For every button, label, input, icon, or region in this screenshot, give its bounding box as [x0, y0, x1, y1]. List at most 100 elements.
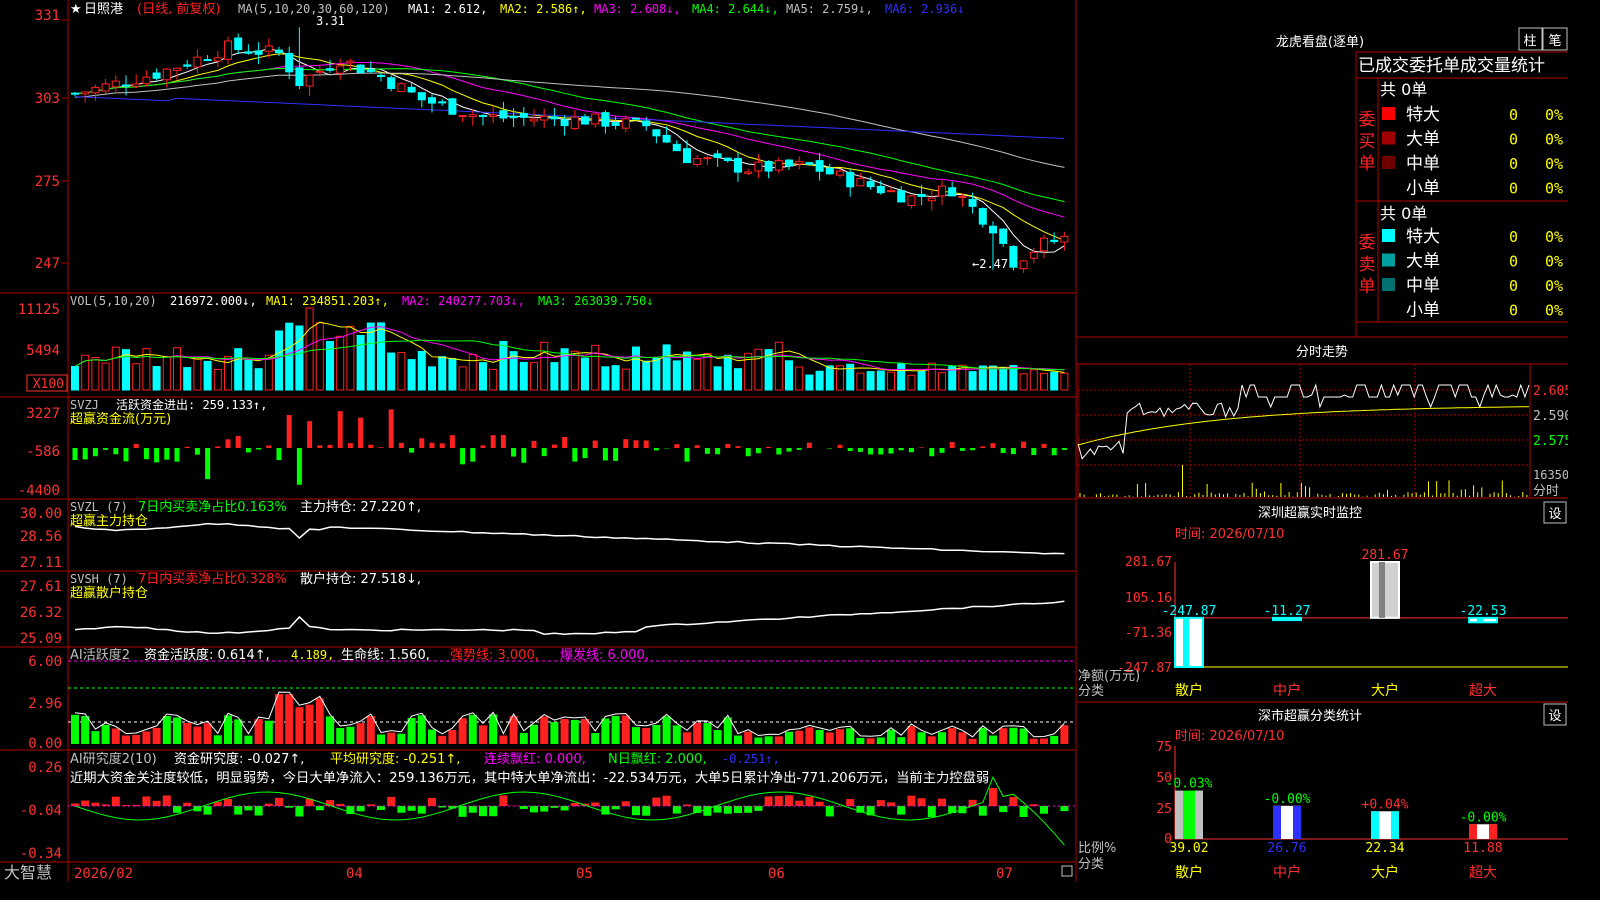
tick-mode-label: 笔 [1548, 33, 1561, 49]
research-bar [458, 806, 467, 817]
svsh-line [74, 600, 1065, 635]
volume-bar [468, 354, 477, 391]
sz-category-panel: 深市超赢分类统计 设 时间: 2026/07/10 75 50 25 0 比例%… [1078, 703, 1568, 881]
ai-research-line [74, 776, 1065, 846]
flow-bar [959, 448, 965, 451]
flow-bar [786, 448, 792, 452]
research-bar [81, 800, 90, 806]
candle-body [499, 110, 508, 119]
order-size-name: 大单 [1406, 130, 1440, 150]
flow-bar [327, 444, 333, 448]
volume-bar [132, 363, 141, 391]
stock-name[interactable]: 日照港 [84, 2, 123, 17]
volume-bar [244, 359, 253, 391]
ai-activity-bars [71, 691, 1069, 744]
candle-body [397, 83, 406, 93]
candle-body [244, 51, 253, 54]
sell-rows: 特大 0 0% 大单 0 0% 中单 0 0% 小单 0 0% [1382, 227, 1563, 321]
candle-body [519, 112, 528, 118]
activity-bar [479, 725, 487, 744]
side-label-char: 单 [1359, 154, 1376, 174]
research-bar [295, 806, 304, 817]
ma-params: MA(5,10,20,30,60,120) [238, 2, 390, 16]
volume-bar [438, 356, 447, 391]
buy-rows: 特大 0 0% 大单 0 0% 中单 0 0% 小单 0 0% [1382, 105, 1563, 199]
candle-body [417, 92, 426, 101]
volume-bar [785, 360, 793, 391]
research-bar [662, 795, 671, 806]
lock-icon[interactable] [1061, 865, 1073, 877]
volume-bar [407, 359, 416, 391]
research-bar [887, 802, 895, 806]
activity-bar [356, 723, 365, 744]
candle-body [713, 153, 722, 158]
category-bar-shade [1273, 805, 1281, 839]
candle-body [897, 190, 906, 203]
activity-bar [417, 715, 426, 744]
flow-bar [378, 447, 384, 448]
candle-body [825, 167, 834, 175]
activity-bar [530, 724, 538, 744]
ai2-axis: 0.26 -0.04 -0.34 [20, 760, 62, 862]
activity-bar [774, 736, 783, 744]
volume-bar [693, 358, 702, 391]
volume-bar [519, 361, 528, 391]
research-bar [162, 795, 171, 806]
volume-bar [1029, 369, 1038, 391]
candle-body [468, 114, 477, 118]
svzj-tick: 3227 [26, 406, 60, 422]
order-size-name: 小单 [1406, 179, 1440, 199]
candle-body [815, 160, 824, 172]
candle-body [1040, 237, 1048, 252]
price-axis: 331 303 275 247 [35, 8, 60, 272]
activity-bar [938, 732, 946, 744]
vol-value: 216972.000↓, [170, 294, 257, 308]
category-label: 大户 [1371, 864, 1399, 881]
flow-bar [470, 448, 476, 462]
research-bar [907, 795, 916, 806]
svzj-sub: 超赢资金流(万元) [70, 411, 171, 427]
category-bar-shade [1371, 811, 1379, 839]
order-stats-tabs[interactable]: 已成交委托单成交量统计 [1358, 56, 1545, 76]
research-bar [785, 795, 793, 806]
candle-body [774, 160, 783, 171]
favorite-star-icon[interactable]: ★ [70, 2, 82, 17]
sz-unit: 净额(万元) [1078, 669, 1140, 684]
activity-bar [111, 728, 120, 744]
volume-bar [203, 360, 212, 391]
flow-bar [766, 446, 772, 448]
flow-bar [1010, 448, 1016, 455]
research-bar [142, 796, 151, 806]
activity-bar [540, 716, 549, 744]
activity-bar [438, 735, 447, 744]
candle-body [193, 56, 202, 68]
research-bar [315, 806, 324, 811]
volume-bar [540, 341, 549, 391]
activity-bar [591, 733, 600, 744]
high-price-label: 3.31 [316, 14, 345, 28]
period-mode[interactable]: (日线, 前复权) [137, 1, 220, 17]
candle-body [1029, 251, 1038, 259]
activity-bar [754, 737, 763, 744]
volume-bar [285, 322, 294, 391]
activity-bar [897, 737, 906, 744]
svsh-axis: 27.61 26.32 25.09 [20, 579, 62, 647]
candlestick-series[interactable] [71, 27, 1069, 273]
flow-bar [929, 448, 935, 457]
order-size-name: 大单 [1406, 252, 1440, 272]
candle-body [989, 225, 997, 234]
volume-bar [264, 354, 273, 391]
flow-bar [245, 448, 251, 453]
category-change: -0.00% [1460, 810, 1507, 825]
flow-bar [92, 448, 98, 457]
volume-bar [672, 360, 681, 391]
order-count: 0 [1509, 131, 1518, 149]
brand-label[interactable]: 大智慧 [4, 863, 52, 882]
intraday-avg-line [1077, 406, 1530, 446]
volume-bar [591, 344, 600, 391]
candle-body [887, 190, 895, 193]
flow-bar [286, 415, 292, 448]
activity-bar [387, 732, 396, 744]
ai1-life: 生命线: 1.560, [341, 647, 430, 663]
ai-research-header: AI研究度2(10) 资金研究度: -0.027↑, 平均研究度: -0.251… [70, 751, 989, 786]
